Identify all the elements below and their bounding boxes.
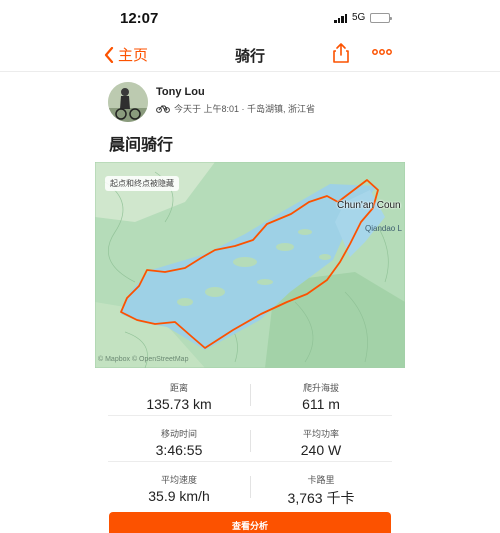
stat-moving-time: 移动时间 3:46:55 xyxy=(108,418,250,462)
back-button[interactable]: 主页 xyxy=(104,44,148,65)
stats-grid: 距离 135.73 km 爬升海拔 611 m 移动时间 3:46:55 平均功… xyxy=(108,372,392,510)
view-analysis-button[interactable]: 查看分析 xyxy=(109,512,391,533)
status-time: 12:07 xyxy=(120,10,159,27)
stat-calories: 卡路里 3,763 千卡 xyxy=(250,464,392,508)
athlete-header: Tony Lou 今天于 上午8:01 · 千岛湖镇, 浙江省 xyxy=(108,82,408,124)
more-icon[interactable] xyxy=(372,48,392,56)
status-bar: 12:07 5G xyxy=(0,0,500,36)
stat-value: 611 m xyxy=(302,396,340,412)
share-icon[interactable] xyxy=(332,42,350,64)
avatar-photo xyxy=(108,82,148,122)
map-privacy-toggle[interactable]: 起点和终点被隐藏 xyxy=(105,176,179,191)
map-lake-label: Qiandao L xyxy=(365,224,402,233)
stat-row: 平均速度 35.9 km/h 卡路里 3,763 千卡 xyxy=(108,464,392,508)
stat-value: 3:46:55 xyxy=(155,442,203,458)
signal-icon xyxy=(334,13,347,23)
map-terrain xyxy=(95,162,405,368)
stat-label: 平均速度 xyxy=(160,475,197,485)
stat-avg-power: 平均功率 240 W xyxy=(250,418,392,462)
chevron-left-icon xyxy=(104,46,114,63)
activity-title: 晨间骑行 xyxy=(109,137,174,154)
stat-label: 平均功率 xyxy=(302,429,339,439)
bike-icon xyxy=(156,105,170,113)
stat-value: 3,763 千卡 xyxy=(287,490,355,506)
map-place-label: Chun'an Coun xyxy=(337,200,401,211)
stat-row: 移动时间 3:46:55 平均功率 240 W xyxy=(108,418,392,462)
stat-distance: 距离 135.73 km xyxy=(108,372,250,416)
stat-label: 卡路里 xyxy=(307,475,335,485)
back-label: 主页 xyxy=(118,47,149,64)
stat-label: 移动时间 xyxy=(160,429,197,439)
stat-value: 135.73 km xyxy=(146,396,212,412)
stat-value: 240 W xyxy=(300,442,342,458)
avatar[interactable] xyxy=(108,82,148,122)
route-map[interactable]: 起点和终点被隐藏 Chun'an Coun Qiandao L © Mapbox… xyxy=(95,162,405,368)
stat-value: 35.9 km/h xyxy=(148,488,210,504)
activity-meta-text: 今天于 上午8:01 · 千岛湖镇, 浙江省 xyxy=(174,104,316,114)
battery-icon xyxy=(370,12,393,23)
stat-label: 爬升海拔 xyxy=(302,383,339,393)
stat-row: 距离 135.73 km 爬升海拔 611 m xyxy=(108,372,392,416)
page-title: 骑行 xyxy=(234,48,265,65)
stat-label: 距离 xyxy=(169,383,188,393)
nav-bar: 主页 骑行 xyxy=(0,36,500,72)
status-indicators: 5G xyxy=(334,12,393,23)
network-label: 5G xyxy=(352,12,366,23)
activity-meta: 今天于 上午8:01 · 千岛湖镇, 浙江省 xyxy=(156,102,315,115)
athlete-name[interactable]: Tony Lou xyxy=(156,86,205,98)
stat-avg-speed: 平均速度 35.9 km/h xyxy=(108,464,250,508)
stat-elevation: 爬升海拔 611 m xyxy=(250,372,392,416)
map-credit: © Mapbox © OpenStreetMap xyxy=(98,356,189,363)
